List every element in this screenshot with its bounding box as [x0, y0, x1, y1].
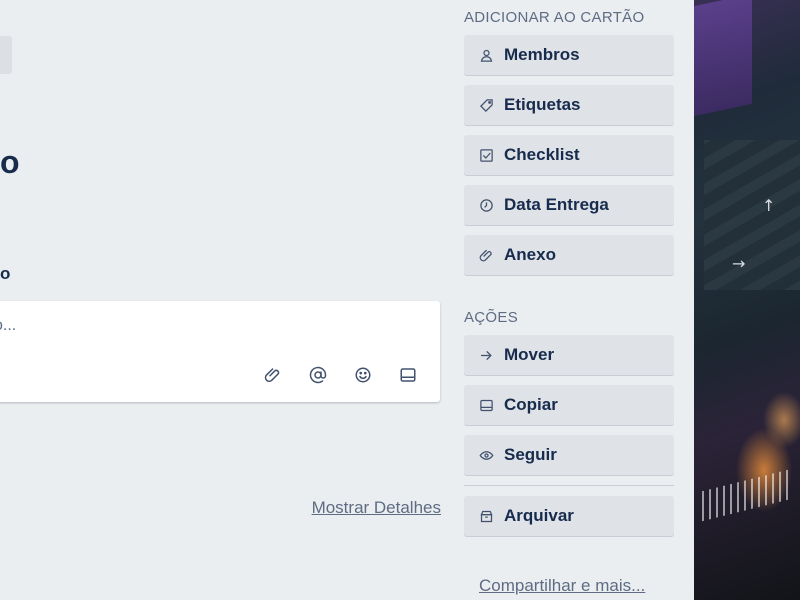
- background-road: [704, 140, 800, 290]
- card-icon: [400, 368, 415, 382]
- paperclip-icon: [478, 247, 494, 263]
- eye-icon: [478, 447, 494, 463]
- copy-button-label: Copiar: [504, 395, 558, 414]
- card-icon: [478, 397, 494, 413]
- clock-icon: [478, 197, 494, 213]
- paperclip-icon: [264, 368, 279, 382]
- smiley-icon: [355, 367, 370, 383]
- show-details-link[interactable]: Mostrar Detalhes: [312, 498, 441, 518]
- comment-box[interactable]: o...: [0, 301, 440, 402]
- at-sign-icon: [309, 366, 326, 384]
- move-button[interactable]: Mover: [464, 335, 674, 375]
- card-title[interactable]: o: [0, 144, 20, 181]
- road-arrow-icon: ↑: [762, 196, 776, 215]
- comment-input[interactable]: o...: [0, 317, 16, 335]
- attachment-button-label: Anexo: [504, 245, 556, 264]
- board-background-photo: ↑ →: [694, 0, 800, 600]
- tag-icon: [478, 97, 494, 113]
- follow-button[interactable]: Seguir: [464, 435, 674, 475]
- activity-heading: o: [0, 264, 11, 283]
- move-button-label: Mover: [504, 345, 555, 364]
- actions-divider: [464, 485, 674, 486]
- actions-heading: AÇÕES: [464, 309, 519, 326]
- follow-button-label: Seguir: [504, 445, 557, 464]
- checkbox-icon: [478, 147, 494, 163]
- copy-button[interactable]: Copiar: [464, 385, 674, 425]
- emoji-button[interactable]: [340, 363, 385, 387]
- background-city-lights: [702, 468, 792, 522]
- add-to-card-heading: ADICIONAR AO CARTÃO: [464, 9, 645, 26]
- mention-button[interactable]: [295, 363, 340, 387]
- labels-button-label: Etiquetas: [504, 95, 581, 114]
- due-date-button-label: Data Entrega: [504, 195, 609, 214]
- due-date-button[interactable]: Data Entrega: [464, 185, 674, 225]
- archive-button[interactable]: Arquivar: [464, 496, 674, 536]
- attachment-button[interactable]: Anexo: [464, 235, 674, 275]
- road-arrow-icon: →: [732, 254, 746, 273]
- checklist-button-label: Checklist: [504, 145, 580, 164]
- person-icon: [478, 47, 494, 63]
- comment-toolbar: [250, 363, 430, 387]
- members-button[interactable]: Membros: [464, 35, 674, 75]
- arrow-right-icon: [478, 347, 494, 363]
- add-card-button[interactable]: [385, 363, 430, 387]
- labels-button[interactable]: Etiquetas: [464, 85, 674, 125]
- attach-button[interactable]: [250, 363, 295, 387]
- archive-button-label: Arquivar: [504, 506, 574, 525]
- background-sign: [694, 0, 752, 117]
- archive-icon: [478, 508, 494, 524]
- card-detail-panel: o o o... Mostrar Detalhes ADICIONAR AO C…: [0, 0, 694, 600]
- share-more-link[interactable]: Compartilhar e mais...: [479, 576, 645, 596]
- checklist-button[interactable]: Checklist: [464, 135, 674, 175]
- card-header-chip[interactable]: [0, 36, 12, 74]
- members-button-label: Membros: [504, 45, 580, 64]
